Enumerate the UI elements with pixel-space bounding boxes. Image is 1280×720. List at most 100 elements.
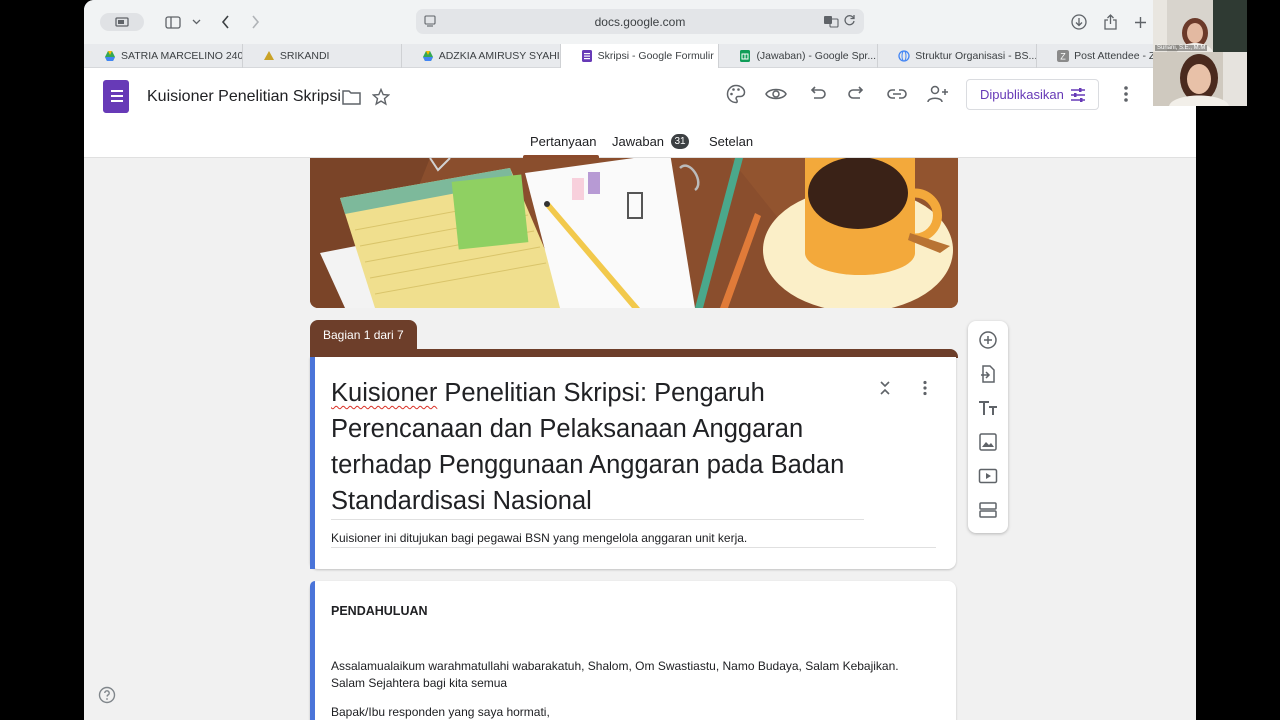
add-circle-icon	[979, 331, 997, 349]
webcam-participant-name: Suriani, S.E., M.M	[1155, 45, 1208, 51]
globe-icon	[898, 50, 910, 62]
title-divider	[331, 519, 864, 520]
url-text: docs.google.com	[594, 14, 686, 29]
star-button[interactable]	[369, 85, 393, 109]
add-collaborator-button[interactable]	[926, 82, 950, 106]
browser-tab[interactable]: ADZKIA AMIRUSY SYAHI...	[402, 44, 561, 68]
intro-next-line[interactable]: Bapak/Ibu responden yang saya hormati,	[331, 705, 550, 719]
sheets-icon	[740, 50, 751, 62]
add-section-button[interactable]	[978, 500, 998, 520]
publish-button[interactable]: Dipublikasikan	[966, 79, 1099, 110]
form-description[interactable]: Kuisioner ini ditujukan bagi pegawai BSN…	[331, 531, 747, 545]
help-icon	[98, 686, 116, 704]
back-arrow-icon	[221, 15, 229, 29]
card-accent	[310, 581, 315, 720]
sidebar-icon	[165, 15, 181, 29]
description-divider	[331, 547, 936, 548]
browser-toolbar: docs.google.com	[84, 0, 1196, 44]
tab-questions[interactable]: Pertanyaan	[530, 134, 597, 149]
floating-toolbar	[968, 321, 1008, 533]
redo-icon	[848, 86, 864, 99]
tab-label: (Jawaban) - Google Spr...	[756, 50, 877, 62]
add-question-button[interactable]	[978, 330, 998, 350]
palette-icon	[726, 84, 746, 104]
plus-icon	[1134, 16, 1146, 28]
window-icon	[115, 17, 129, 27]
share-icon	[1103, 14, 1117, 30]
browser-tab[interactable]: Struktur Organisasi - BS...	[878, 44, 1038, 68]
customize-theme-button[interactable]	[724, 82, 748, 106]
tab-questions-label: Pertanyaan	[530, 134, 597, 149]
svg-text:Z: Z	[1060, 52, 1066, 62]
import-icon	[981, 365, 995, 383]
more-options-button[interactable]	[1116, 84, 1136, 104]
more-vert-icon	[1124, 86, 1128, 102]
forward-arrow-icon	[251, 15, 259, 29]
form-title-first-word: Kuisioner	[331, 379, 438, 407]
download-icon	[1071, 14, 1087, 30]
import-questions-button[interactable]	[978, 364, 998, 384]
browser-tab-active[interactable]: Skripsi - Google Formulir	[560, 44, 720, 68]
share-button[interactable]	[1102, 12, 1118, 32]
forms-header: Kuisioner Penelitian Skripsi Dipublikasi…	[84, 68, 1196, 158]
tab-label: SRIKANDI	[279, 50, 330, 62]
reload-icon[interactable]	[843, 14, 856, 27]
translate-icon[interactable]	[823, 14, 839, 28]
browser-tab[interactable]: SATRIA MARCELINO 240...	[84, 44, 243, 68]
forms-logo-icon[interactable]	[103, 80, 129, 113]
add-title-button[interactable]	[978, 398, 998, 418]
collapse-section-button[interactable]	[876, 379, 894, 397]
window-switcher-button[interactable]	[100, 13, 144, 31]
address-bar[interactable]: docs.google.com	[416, 9, 864, 34]
drive-icon	[105, 51, 115, 61]
responses-count-badge: 31	[671, 134, 690, 149]
sidebar-toggle-button[interactable]	[164, 12, 182, 32]
drive-icon	[422, 51, 433, 61]
tab-responses[interactable]: Jawaban 31	[612, 134, 690, 149]
browser-window: docs.google.com SATRIA MARCELINO 240...	[84, 0, 1196, 720]
forward-button[interactable]	[248, 12, 262, 32]
folder-icon	[341, 90, 361, 105]
tab-label: Struktur Organisasi - BS...	[915, 50, 1038, 62]
tab-strip: SATRIA MARCELINO 240... SRIKANDI ADZKIA …	[84, 44, 1196, 68]
browser-tab[interactable]: SRIKANDI	[243, 44, 402, 68]
intro-title[interactable]: PENDAHULUAN	[331, 604, 428, 618]
add-video-button[interactable]	[978, 466, 998, 486]
publish-label: Dipublikasikan	[980, 87, 1064, 102]
srikandi-icon	[263, 51, 274, 60]
screen: docs.google.com SATRIA MARCELINO 240...	[0, 0, 1280, 720]
new-tab-button[interactable]	[1132, 12, 1148, 32]
section-more-button[interactable]	[916, 379, 934, 397]
eye-icon	[765, 88, 787, 100]
downloads-button[interactable]	[1070, 12, 1088, 32]
webcam-video	[1153, 52, 1247, 106]
desk-illustration-image	[310, 158, 958, 308]
image-icon	[979, 433, 997, 451]
star-icon	[372, 88, 390, 106]
intro-text-card[interactable]: PENDAHULUAN Assalamualaikum warahmatulla…	[310, 581, 956, 720]
chevron-down-icon	[192, 19, 200, 25]
page-settings-icon	[424, 15, 436, 27]
active-card-accent	[310, 357, 315, 569]
unfold-less-icon	[880, 381, 890, 395]
browser-tab[interactable]: (Jawaban) - Google Spr...	[719, 44, 879, 68]
undo-button[interactable]	[805, 82, 829, 106]
add-image-button[interactable]	[978, 432, 998, 452]
header-image[interactable]	[310, 158, 958, 308]
tab-settings[interactable]: Setelan	[709, 134, 753, 149]
section-label: Bagian 1 dari 7	[310, 320, 417, 350]
copy-link-button[interactable]	[885, 82, 909, 106]
back-button[interactable]	[218, 12, 232, 32]
help-button[interactable]	[98, 686, 116, 704]
link-icon	[887, 89, 907, 99]
form-name[interactable]: Kuisioner Penelitian Skripsi	[147, 88, 341, 106]
form-title[interactable]: Kuisioner Penelitian Skripsi: Pengaruh P…	[331, 375, 876, 519]
tab-label: Post Attendee - Z	[1074, 50, 1156, 62]
move-folder-button[interactable]	[339, 85, 363, 109]
intro-body[interactable]: Assalamualaikum warahmatullahi wabarakat…	[331, 658, 931, 692]
sidebar-menu-button[interactable]	[190, 12, 202, 32]
redo-button[interactable]	[845, 82, 869, 106]
title-text-icon	[979, 401, 997, 415]
form-title-card[interactable]: Kuisioner Penelitian Skripsi: Pengaruh P…	[310, 357, 956, 569]
preview-button[interactable]	[764, 82, 788, 106]
